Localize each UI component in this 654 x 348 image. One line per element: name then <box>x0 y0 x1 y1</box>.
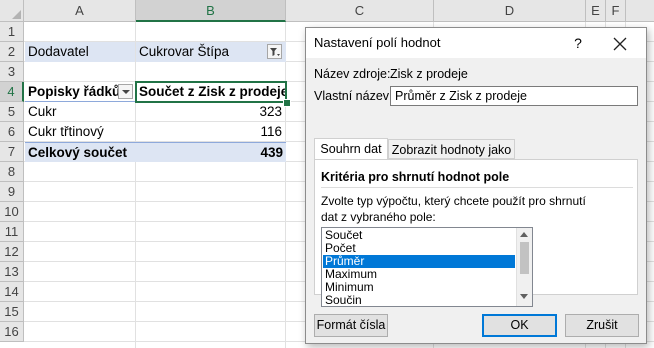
scroll-up-arrow-icon[interactable] <box>520 232 528 237</box>
cancel-button[interactable]: Zrušit <box>565 314 639 337</box>
row-header-8[interactable]: 8 <box>0 162 24 182</box>
select-all-corner[interactable] <box>0 0 24 22</box>
scroll-down-arrow-icon[interactable] <box>520 294 528 299</box>
dialog-title: Nastavení polí hodnot <box>314 35 441 50</box>
source-name-label: Název zdroje: <box>314 67 391 81</box>
pivot-item-value[interactable]: 323 <box>136 102 285 122</box>
pivot-grand-total-label[interactable]: Celkový součet <box>25 142 136 162</box>
row-labels-header-text: Popisky řádků <box>28 84 121 99</box>
row-header-16[interactable]: 16 <box>0 322 24 342</box>
chevron-down-icon <box>122 90 130 94</box>
pivot-item-value[interactable]: 116 <box>136 122 285 142</box>
column-header-b[interactable]: B <box>136 0 286 22</box>
list-item[interactable]: Součin <box>323 294 515 307</box>
instruction-line-1: Zvolte typ výpočtu, který chcete použít … <box>321 194 586 208</box>
column-header-next[interactable] <box>626 0 654 22</box>
column-header-f[interactable]: F <box>606 0 626 22</box>
custom-name-input[interactable]: Průměr z Zisk z prodeje <box>390 86 638 106</box>
summarize-function-list[interactable]: Součet Počet Průměr Maximum Minimum Souč… <box>321 227 533 307</box>
row-header-10[interactable]: 10 <box>0 202 24 222</box>
instruction-line-2: dat z vybraného pole: <box>321 210 436 224</box>
column-header-c[interactable]: C <box>286 0 434 22</box>
pivot-filter-value[interactable]: Cukrovar Štípa <box>136 42 286 62</box>
dialog-titlebar[interactable]: Nastavení polí hodnot ? <box>306 28 646 58</box>
gridline <box>135 22 136 348</box>
row-header-2[interactable]: 2 <box>0 42 24 62</box>
column-header-d[interactable]: D <box>434 0 586 22</box>
tab-summarize[interactable]: Souhrn dat <box>314 138 388 160</box>
section-title: Kritéria pro shrnutí hodnot pole <box>321 170 510 184</box>
section-separator <box>321 187 633 188</box>
scroll-thumb[interactable] <box>520 242 529 274</box>
column-header-e[interactable]: E <box>586 0 606 22</box>
row-header-6[interactable]: 6 <box>0 122 24 142</box>
custom-name-label: Vlastní název: <box>314 89 393 103</box>
gridline <box>285 22 286 348</box>
value-field-settings-dialog: Nastavení polí hodnot ? Název zdroje: Zi… <box>305 27 647 344</box>
tab-show-values-as[interactable]: Zobrazit hodnoty jako <box>388 139 515 159</box>
pivot-item-label[interactable]: Cukr třtinový <box>25 122 135 142</box>
row-header-11[interactable]: 11 <box>0 222 24 242</box>
ok-button[interactable]: OK <box>482 314 557 337</box>
filter-funnel-icon <box>270 48 280 56</box>
help-button[interactable]: ? <box>568 28 588 58</box>
row-header-15[interactable]: 15 <box>0 302 24 322</box>
row-header-3[interactable]: 3 <box>0 62 24 82</box>
row-header-4[interactable]: 4 <box>0 82 24 102</box>
source-name-value: Zisk z prodeje <box>390 67 468 81</box>
row-header-5[interactable]: 5 <box>0 102 24 122</box>
filter-dropdown-button[interactable] <box>267 44 282 59</box>
select-all-triangle-icon <box>12 10 21 19</box>
row-header-12[interactable]: 12 <box>0 242 24 262</box>
row-labels-dropdown-button[interactable] <box>118 84 133 99</box>
column-header-a[interactable]: A <box>24 0 136 22</box>
row-header-14[interactable]: 14 <box>0 282 24 302</box>
list-scrollbar[interactable] <box>516 228 532 306</box>
row-header-13[interactable]: 13 <box>0 262 24 282</box>
pivot-grand-total-value[interactable]: 439 <box>136 142 286 162</box>
close-icon[interactable] <box>612 36 628 52</box>
pivot-item-label[interactable]: Cukr <box>25 102 135 122</box>
row-header-7[interactable]: 7 <box>0 142 24 162</box>
number-format-button[interactable]: Formát čísla <box>314 314 388 337</box>
active-cell-selection <box>135 81 287 103</box>
pivot-filter-field[interactable]: Dodavatel <box>25 42 135 62</box>
row-header-1[interactable]: 1 <box>0 22 24 42</box>
fill-handle[interactable] <box>283 99 291 107</box>
row-header-9[interactable]: 9 <box>0 182 24 202</box>
tab-panel: Kritéria pro shrnutí hodnot pole Zvolte … <box>314 159 638 307</box>
